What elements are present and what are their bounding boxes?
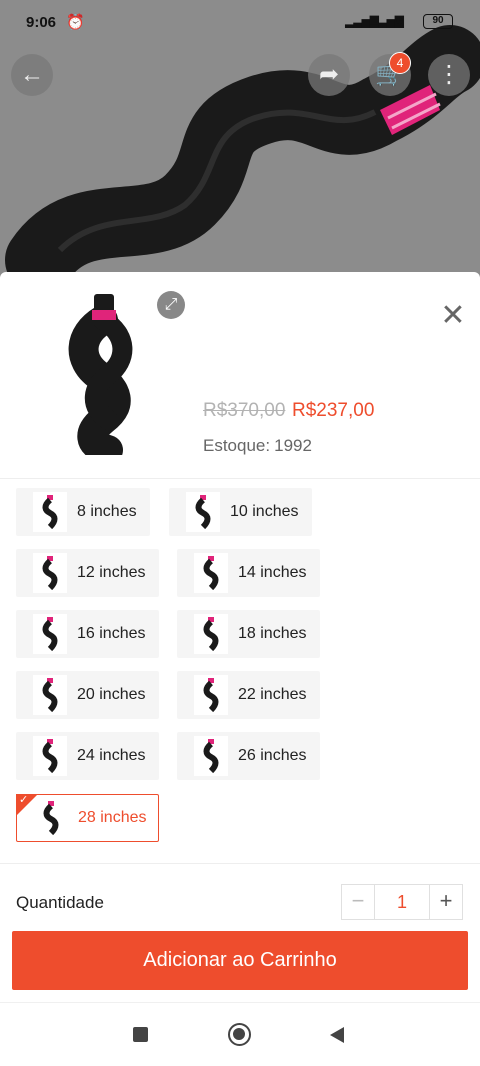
stock-label: Estoque: [203, 436, 271, 455]
check-icon: ✓ [19, 794, 29, 806]
hair-thumbnail-icon [33, 553, 67, 593]
recents-icon[interactable] [133, 1027, 148, 1042]
share-button[interactable]: ➦ [308, 54, 350, 96]
product-thumbnail [68, 294, 133, 455]
divider [0, 478, 480, 479]
back-nav-icon[interactable] [330, 1027, 344, 1043]
quantity-value[interactable]: 1 [374, 885, 430, 919]
decrease-quantity-button[interactable]: − [342, 885, 374, 919]
stock-info: Estoque: 1992 [203, 436, 312, 456]
option-label: 18 inches [238, 625, 307, 642]
quantity-label: Quantidade [16, 893, 104, 912]
option-20-inches[interactable]: 20 inches [16, 671, 159, 719]
original-price: R$370,00 [203, 400, 286, 421]
alarm-icon: ⏰ [66, 14, 85, 31]
option-label: 28 inches [78, 809, 147, 826]
status-time: 9:06 [26, 14, 57, 31]
quantity-stepper: − 1 + [341, 884, 463, 920]
hair-thumbnail-icon [33, 736, 67, 776]
option-label: 20 inches [77, 686, 146, 703]
more-options-button[interactable]: ⋮ [428, 54, 470, 96]
back-button[interactable]: ← [11, 54, 53, 96]
hair-thumbnail-icon [194, 553, 228, 593]
sale-price: R$237,00 [292, 400, 375, 421]
add-to-cart-button[interactable]: Adicionar ao Carrinho [12, 931, 468, 990]
increase-quantity-button[interactable]: + [430, 885, 462, 919]
expand-image-icon[interactable]: ⤢ [157, 291, 185, 319]
option-12-inches[interactable]: 12 inches [16, 549, 159, 597]
battery-icon: 90 [423, 14, 453, 29]
option-label: 12 inches [77, 564, 146, 581]
status-bar: 9:06 ⏰ ▂▃▅▇ ▂▃▅▇ ◔ 90 [0, 0, 480, 44]
option-label: 10 inches [230, 503, 299, 520]
option-14-inches[interactable]: 14 inches [177, 549, 320, 597]
option-26-inches[interactable]: 26 inches [177, 732, 320, 780]
stock-value: 1992 [274, 436, 312, 455]
divider [0, 863, 480, 864]
hair-thumbnail-icon [194, 736, 228, 776]
hair-thumbnail-icon [33, 492, 67, 532]
hair-thumbnail-icon [194, 614, 228, 654]
home-icon[interactable] [228, 1023, 251, 1046]
option-8-inches[interactable]: 8 inches [16, 488, 150, 536]
hair-thumbnail-icon [33, 675, 67, 715]
hair-thumbnail-icon [34, 798, 68, 838]
cart-count-badge: 4 [389, 52, 411, 74]
option-10-inches[interactable]: 10 inches [169, 488, 312, 536]
system-nav-bar [0, 1002, 480, 1066]
option-label: 8 inches [77, 503, 137, 520]
close-icon[interactable]: ✕ [436, 300, 470, 334]
option-22-inches[interactable]: 22 inches [177, 671, 320, 719]
option-28-inches[interactable]: ✓ 28 inches [16, 794, 159, 842]
option-label: 22 inches [238, 686, 307, 703]
wifi-icon: ◔ [395, 12, 405, 29]
option-18-inches[interactable]: 18 inches [177, 610, 320, 658]
option-16-inches[interactable]: 16 inches [16, 610, 159, 658]
option-label: 24 inches [77, 747, 146, 764]
option-24-inches[interactable]: 24 inches [16, 732, 159, 780]
hair-thumbnail-icon [194, 675, 228, 715]
hair-thumbnail-icon [186, 492, 220, 532]
option-label: 26 inches [238, 747, 307, 764]
option-label: 14 inches [238, 564, 307, 581]
variation-sheet: ⤢ ✕ R$370,00 R$237,00 Estoque: 1992 8 inc… [0, 272, 480, 1002]
option-label: 16 inches [77, 625, 146, 642]
hair-thumbnail-icon [33, 614, 67, 654]
